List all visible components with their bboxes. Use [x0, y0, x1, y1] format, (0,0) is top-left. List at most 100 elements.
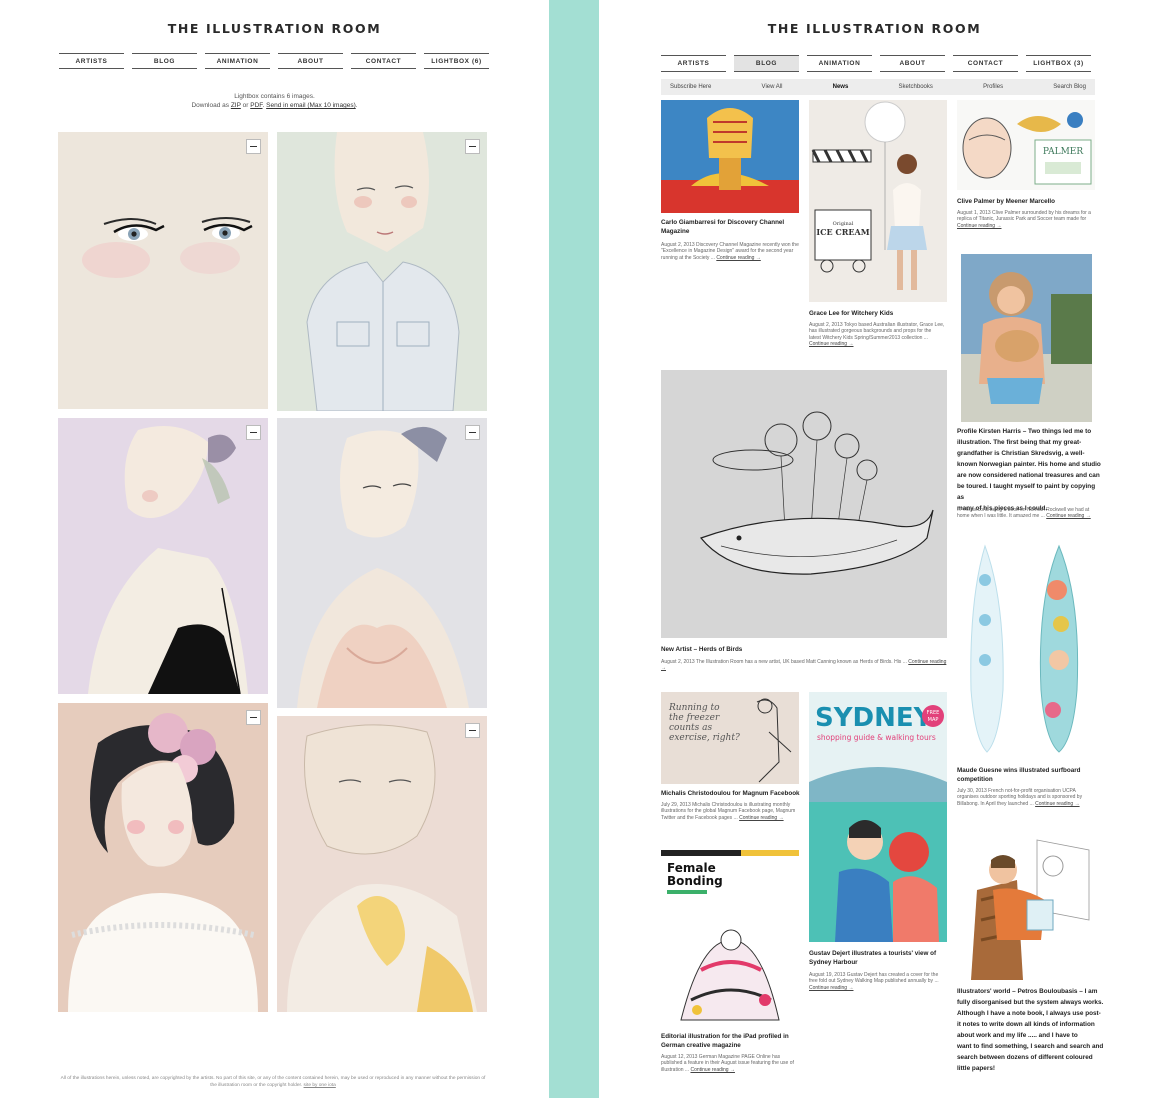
remove-image-button[interactable] [465, 139, 480, 154]
post-image-kirsten-harris[interactable] [961, 254, 1092, 422]
nav-artists[interactable]: ARTISTS [661, 55, 726, 72]
post-image-carlo[interactable] [661, 100, 799, 213]
illustration-peach-dress [297, 426, 469, 708]
nav-blog[interactable]: BLOG [734, 55, 799, 72]
continue-reading-link[interactable]: Continue reading → [690, 1067, 734, 1073]
subnav-search-blog[interactable]: Search Blog [1053, 84, 1086, 90]
continue-reading-link[interactable]: Continue reading → [809, 985, 949, 991]
site-title[interactable]: THE ILLUSTRATION ROOM [0, 21, 549, 36]
post-excerpt: August 19, 2013 Gustav Dejert has create… [809, 972, 949, 991]
post-image-michalis[interactable]: Running to the freezer counts as exercis… [661, 692, 799, 784]
remove-image-button[interactable] [246, 139, 261, 154]
profile-excerpt[interactable]: Illustrators' world – Petros Bouloubasis… [957, 986, 1107, 1074]
remove-image-button[interactable] [465, 723, 480, 738]
post-image-female-bonding[interactable]: Female Bonding [661, 850, 799, 1026]
lightbox-image-5[interactable] [58, 703, 268, 1012]
post-title-line[interactable]: Clive Palmer by Meener Marcello [957, 197, 1097, 206]
post-title-line[interactable]: German creative magazine [661, 1041, 806, 1050]
post-title[interactable]: Maude Guesne wins illustrated surfboard … [957, 766, 1102, 784]
free-map-label: FREE [927, 710, 940, 716]
lightbox-image-2[interactable] [277, 132, 487, 411]
illustration-black-dress [88, 426, 248, 694]
lightbox-image-6[interactable] [277, 716, 487, 1012]
lightbox-info: Lightbox contains 6 images. Download as … [0, 92, 549, 110]
post-image-sydney[interactable]: SYDNEY FREE MAP shopping guide & walking… [809, 692, 947, 942]
site-credit-link[interactable]: site by one iota [304, 1083, 336, 1088]
profile-excerpt[interactable]: Profile Kirsten Harris – Two things led … [957, 426, 1102, 514]
nav-lightbox[interactable]: LIGHTBOX (3) [1026, 55, 1091, 72]
excerpt-line: August 2, 2013 The Illustration Room has… [661, 659, 907, 665]
subnav-view-all[interactable]: View All [762, 84, 783, 90]
post-excerpt: August 2, 2013 The Illustration Room has… [661, 659, 951, 672]
post-title[interactable]: Carlo Giambarresi for Discovery Channel … [661, 218, 801, 236]
post-excerpt: August 12, 2013 German Magazine PAGE Onl… [661, 1054, 801, 1073]
or-label: or [242, 102, 249, 109]
subnav-news[interactable]: News [833, 84, 849, 90]
post-title[interactable]: Michalis Christodoulou for Magnum Facebo… [661, 789, 806, 798]
excerpt-line: are now considered national treasures an… [957, 472, 1100, 479]
post-title-line[interactable]: New Artist – Herds of Birds [661, 645, 947, 654]
subnav-sketchbooks[interactable]: Sketchbooks [899, 84, 933, 90]
post-image-grace-lee[interactable]: Original ICE CREAM [809, 100, 947, 302]
illustration-palmer-caricature: PALMER [962, 112, 1092, 185]
subnav-profiles[interactable]: Profiles [983, 84, 1003, 90]
continue-reading-link[interactable]: Continue reading → [739, 815, 783, 821]
site-title[interactable]: THE ILLUSTRATION ROOM [599, 21, 1150, 36]
post-image-herds-of-birds[interactable] [661, 370, 947, 638]
nav-contact[interactable]: CONTACT [351, 53, 416, 69]
nav-blog[interactable]: BLOG [132, 53, 197, 69]
freezer-line: exercise, right? [669, 733, 740, 743]
post-image-petros[interactable] [957, 830, 1095, 980]
post-title[interactable]: Gustav Dejert illustrates a tourists' vi… [809, 949, 954, 967]
nav-lightbox[interactable]: LIGHTBOX (6) [424, 53, 489, 69]
post-title-line[interactable]: Maude Guesne wins illustrated surfboard [957, 766, 1102, 775]
excerpt-line: Twitter and the Facebook pages ... [661, 814, 738, 821]
post-title[interactable]: Editorial illustration for the iPad prof… [661, 1032, 806, 1050]
download-pdf-link[interactable]: PDF [250, 102, 262, 109]
post-title-line[interactable]: competition [957, 775, 1102, 784]
post-title-line[interactable]: Magazine [661, 227, 801, 236]
nav-about[interactable]: ABOUT [278, 53, 343, 69]
nav-animation[interactable]: ANIMATION [807, 55, 872, 72]
illustration-surfboards [970, 544, 1079, 753]
remove-image-button[interactable] [246, 425, 261, 440]
post-title-line[interactable]: Carlo Giambarresi for Discovery Channel [661, 218, 801, 227]
post-title-line[interactable]: Sydney Harbour [809, 958, 954, 967]
palmer-label: PALMER [1043, 147, 1083, 157]
nav-about[interactable]: ABOUT [880, 55, 945, 72]
lightbox-image-1[interactable] [58, 132, 268, 409]
post-title[interactable]: Clive Palmer by Meener Marcello [957, 197, 1097, 206]
continue-reading-link[interactable]: Continue reading → [809, 341, 949, 347]
illustration-whale-balloons [661, 370, 947, 638]
nav-artists[interactable]: ARTISTS [59, 53, 124, 69]
lightbox-image-4[interactable] [277, 418, 487, 708]
post-title-line[interactable]: Editorial illustration for the iPad prof… [661, 1032, 806, 1041]
post-title-line[interactable]: Profile Kirsten Harris – Two things led … [957, 426, 1102, 437]
nav-contact[interactable]: CONTACT [953, 55, 1018, 72]
remove-image-button[interactable] [246, 710, 261, 725]
post-title[interactable]: New Artist – Herds of Birds [661, 645, 947, 654]
lightbox-image-3[interactable] [58, 418, 268, 694]
sydney-title: SYDNEY [815, 703, 934, 733]
send-email-link[interactable]: Send in email (Max 10 images) [266, 102, 356, 109]
main-nav: ARTISTS BLOG ANIMATION ABOUT CONTACT LIG… [59, 53, 489, 69]
continue-reading-link[interactable]: Continue reading → [1046, 513, 1090, 519]
post-title-line[interactable]: Illustrators' world – Petros Bouloubasis… [957, 986, 1107, 997]
subnav-subscribe[interactable]: Subscribe Here [670, 84, 711, 90]
continue-reading-link[interactable]: Continue reading → [1035, 801, 1079, 807]
nav-animation[interactable]: ANIMATION [205, 53, 270, 69]
continue-reading-link[interactable]: Continue reading → [957, 223, 1097, 229]
download-zip-link[interactable]: ZIP [231, 102, 241, 109]
post-title-line[interactable]: Grace Lee for Witchery Kids [809, 309, 949, 318]
post-title[interactable]: Grace Lee for Witchery Kids [809, 309, 949, 318]
post-title-line[interactable]: Gustav Dejert illustrates a tourists' vi… [809, 949, 954, 958]
post-title-line[interactable]: Michalis Christodoulou for Magnum Facebo… [661, 789, 806, 798]
illustration-sydney-map: SYDNEY FREE MAP shopping guide & walking… [809, 692, 947, 942]
remove-image-button[interactable] [465, 425, 480, 440]
post-image-maude-guesne[interactable] [957, 540, 1095, 758]
continue-reading-link[interactable]: Continue reading → [716, 255, 760, 261]
excerpt-line: running at the Society ... [661, 254, 715, 261]
panel-divider [549, 0, 599, 1098]
post-image-clive-palmer[interactable]: PALMER [957, 100, 1095, 190]
freezer-line: counts as [669, 723, 713, 733]
